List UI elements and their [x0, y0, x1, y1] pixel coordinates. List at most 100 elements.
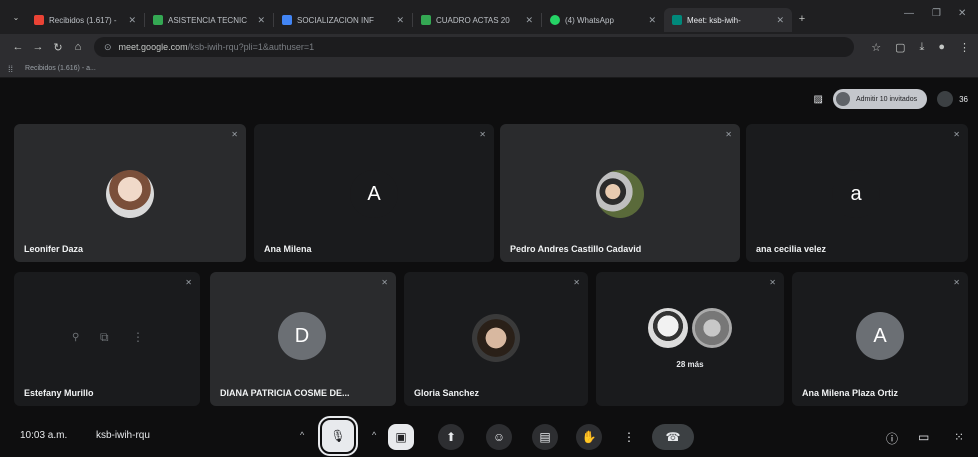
- profile-icon[interactable]: ●: [938, 41, 945, 53]
- frame-icon[interactable]: ⧉: [100, 330, 109, 345]
- people-icon: [937, 91, 954, 107]
- url-path: /ksb-iwih-rqu?pli=1&authuser=1: [187, 42, 315, 52]
- participant-tile[interactable]: ✕ A Ana Milena Plaza Ortiz: [792, 272, 968, 406]
- browser-tab-cuadro-actas[interactable]: CUADRO ACTAS 20 ✕: [413, 8, 541, 32]
- people-button[interactable]: 36: [937, 91, 968, 107]
- browser-tab-socializacion[interactable]: SOCIALIZACION INF ✕: [274, 8, 412, 32]
- close-window-icon[interactable]: ✕: [958, 8, 966, 19]
- participant-name: Ana Milena: [264, 244, 312, 254]
- participant-avatar: [596, 170, 644, 218]
- bookmark-gmail[interactable]: Recibidos (1.616) - a...: [25, 65, 96, 72]
- participant-name: Estefany Murillo: [24, 388, 94, 398]
- participant-tile[interactable]: ✕ Leonifer Daza: [14, 124, 246, 262]
- present-screen-button[interactable]: ⬆: [438, 424, 464, 450]
- reload-icon[interactable]: ↻: [48, 41, 68, 54]
- extensions-icon[interactable]: ▢: [895, 41, 905, 54]
- download-icon[interactable]: ⤓: [919, 41, 924, 54]
- reactions-button[interactable]: ☺: [486, 424, 512, 450]
- more-participants-label: 28 más: [676, 360, 704, 369]
- participant-tile[interactable]: ✕ D DIANA PATRICIA COSME DE...: [210, 272, 396, 406]
- meet-top-bar: ▨ Admitir 10 invitados 36: [814, 84, 978, 114]
- camera-off-icon: ▣: [395, 430, 407, 444]
- mic-muted-icon: ✕: [231, 130, 238, 139]
- hand-icon: ✋: [581, 430, 597, 444]
- forward-icon[interactable]: →: [28, 41, 48, 53]
- minimize-icon[interactable]: —: [904, 8, 914, 19]
- participant-tile[interactable]: ✕ Gloria Sanchez: [404, 272, 588, 406]
- meet-favicon-icon: [672, 15, 682, 25]
- participant-tile[interactable]: ✕ a ana cecilia velez: [746, 124, 968, 262]
- admit-guests-button[interactable]: Admitir 10 invitados: [833, 89, 928, 109]
- tab-search-icon[interactable]: ⌄: [6, 13, 26, 22]
- activities-icon[interactable]: ⁙: [954, 430, 964, 444]
- captions-icon: ▤: [539, 430, 551, 444]
- back-icon[interactable]: ←: [8, 41, 28, 53]
- bookmark-star-icon[interactable]: ☆: [871, 41, 881, 54]
- participant-avatar: A: [856, 312, 904, 360]
- participant-name: Pedro Andres Castillo Cadavid: [510, 244, 642, 254]
- participant-tile[interactable]: ✕ ⚲ ⧉ ⋮ Estefany Murillo: [14, 272, 200, 406]
- browser-tab-strip: ⌄ Recibidos (1.617) - ✕ ASISTENCIA TECNI…: [0, 0, 978, 34]
- home-icon[interactable]: ⌂: [68, 41, 88, 53]
- admit-guests-label: Admitir 10 invitados: [856, 95, 918, 103]
- mic-muted-icon: ✕: [381, 278, 388, 287]
- mic-muted-icon: ✕: [479, 130, 486, 139]
- presentation-off-icon[interactable]: ▨: [814, 94, 823, 105]
- close-tab-icon[interactable]: ✕: [251, 15, 265, 26]
- mic-off-icon: 🎙: [330, 429, 346, 443]
- people-count: 36: [959, 94, 968, 104]
- participant-name: DIANA PATRICIA COSME DE...: [220, 388, 350, 398]
- more-options-icon[interactable]: ⋮: [132, 330, 144, 344]
- browser-tab-gmail[interactable]: Recibidos (1.617) - ✕: [26, 8, 144, 32]
- captions-button[interactable]: ▤: [532, 424, 558, 450]
- mic-muted-icon: ✕: [953, 278, 960, 287]
- hang-up-icon: ☎: [665, 430, 681, 444]
- close-tab-icon[interactable]: ✕: [770, 15, 784, 26]
- url-host: meet.google.com: [118, 42, 188, 52]
- participant-name: Leonifer Daza: [24, 244, 84, 254]
- close-tab-icon[interactable]: ✕: [519, 15, 533, 26]
- leave-call-button[interactable]: ☎: [652, 424, 694, 450]
- address-bar[interactable]: ⊙ meet.google.com /ksb-iwih-rqu?pli=1&au…: [94, 37, 854, 57]
- browser-menu-icon[interactable]: ⋮: [959, 41, 970, 54]
- mic-toggle-button[interactable]: 🎙: [318, 416, 358, 456]
- tab-title: Recibidos (1.617) -: [49, 15, 117, 25]
- video-options-chevron-icon[interactable]: ^: [372, 430, 376, 440]
- tab-title: Meet: ksb-iwih-: [687, 15, 741, 25]
- mic-muted-icon: ✕: [573, 278, 580, 287]
- participant-avatar: D: [278, 312, 326, 360]
- bookmarks-bar: ⁞⁞ Recibidos (1.616) - a...: [0, 60, 978, 78]
- new-tab-icon[interactable]: +: [792, 13, 812, 25]
- chat-icon[interactable]: ▭: [918, 430, 929, 444]
- more-vert-icon: ⋮: [623, 430, 635, 444]
- more-participants-tile[interactable]: ✕ 28 más: [596, 272, 784, 406]
- meeting-details-icon[interactable]: ⓘ: [886, 430, 898, 447]
- more-options-button[interactable]: ⋮: [616, 424, 642, 450]
- raise-hand-button[interactable]: ✋: [576, 424, 602, 450]
- sheets-favicon-icon: [153, 15, 163, 25]
- browser-tab-asistencia[interactable]: ASISTENCIA TECNIC ✕: [145, 8, 273, 32]
- site-info-icon[interactable]: ⊙: [104, 42, 112, 53]
- close-tab-icon[interactable]: ✕: [642, 15, 656, 26]
- audio-options-chevron-icon[interactable]: ^: [300, 430, 304, 440]
- participant-tile[interactable]: ✕ A Ana Milena: [254, 124, 494, 262]
- mic-muted-icon: ✕: [185, 278, 192, 287]
- close-tab-icon[interactable]: ✕: [390, 15, 404, 26]
- participant-name: ana cecilia velez: [756, 244, 827, 254]
- close-tab-icon[interactable]: ✕: [122, 15, 136, 26]
- meeting-code[interactable]: ksb-iwih-rqu: [96, 430, 150, 441]
- browser-tab-whatsapp[interactable]: (4) WhatsApp ✕: [542, 8, 664, 32]
- restore-icon[interactable]: ❐: [932, 8, 941, 19]
- pin-icon[interactable]: ⚲: [72, 332, 79, 343]
- participant-name: Gloria Sanchez: [414, 388, 480, 398]
- browser-tab-meet[interactable]: Meet: ksb-iwih- ✕: [664, 8, 792, 32]
- meet-control-bar: 10:03 a.m. ksb-iwih-rqu ^ 🎙 ^ ▣ ⬆ ☺ ▤ ✋ …: [0, 412, 978, 457]
- tab-title: ASISTENCIA TECNIC: [168, 15, 247, 25]
- participant-tile[interactable]: ✕ Pedro Andres Castillo Cadavid: [500, 124, 740, 262]
- camera-toggle-button[interactable]: ▣: [388, 424, 414, 450]
- emoji-icon: ☺: [492, 430, 506, 444]
- gmail-favicon-icon: [34, 15, 44, 25]
- participant-avatar: A: [350, 170, 398, 218]
- apps-grid-icon[interactable]: ⁞⁞: [8, 64, 13, 74]
- present-screen-icon: ⬆: [445, 430, 457, 444]
